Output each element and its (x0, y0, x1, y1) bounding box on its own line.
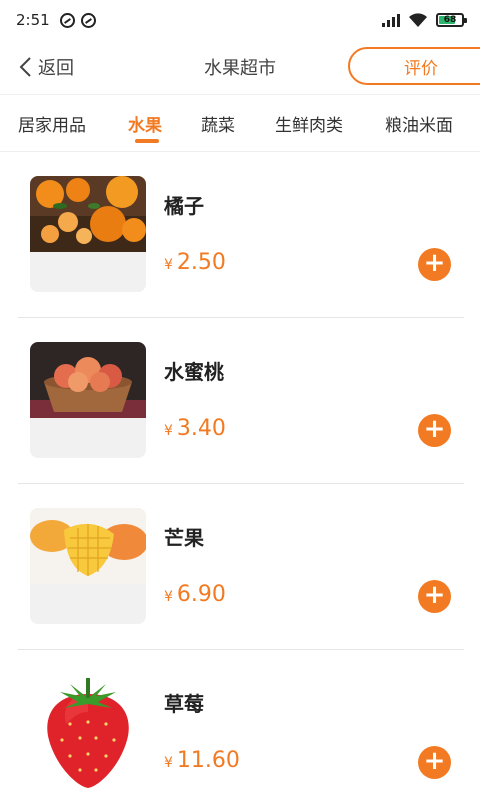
plus-icon: + (423, 580, 446, 610)
price-amount: 3.40 (176, 416, 226, 441)
product-price: ¥3.40 (164, 416, 226, 441)
notification-icon (80, 12, 96, 28)
chevron-left-icon (19, 57, 31, 77)
product-price: ¥2.50 (164, 250, 226, 275)
plus-icon: + (423, 414, 446, 444)
product-price: ¥11.60 (164, 748, 240, 773)
back-button[interactable]: 返回 (18, 40, 74, 94)
peach-image (30, 342, 146, 458)
currency-symbol: ¥ (164, 257, 173, 273)
add-to-cart-button[interactable]: + (418, 414, 451, 447)
plus-icon: + (423, 248, 446, 278)
status-bar: 2:51 68 (0, 0, 480, 40)
price-amount: 11.60 (176, 748, 240, 773)
tab-vegetables[interactable]: 蔬菜 (201, 95, 235, 151)
price-amount: 2.50 (176, 250, 226, 275)
product-name: 草莓 (164, 692, 204, 716)
review-button[interactable]: 评价 (348, 47, 480, 85)
price-amount: 6.90 (176, 582, 226, 607)
list-item[interactable]: 草莓 ¥11.60 + (18, 650, 464, 800)
currency-symbol: ¥ (164, 589, 173, 605)
battery-icon: 68 (436, 13, 467, 27)
add-to-cart-button[interactable]: + (418, 248, 451, 281)
product-price: ¥6.90 (164, 582, 226, 607)
mango-image (30, 508, 146, 624)
currency-symbol: ¥ (164, 755, 173, 771)
list-item[interactable]: 橘子 ¥2.50 + (18, 152, 464, 318)
tab-home-goods[interactable]: 居家用品 (18, 95, 86, 151)
tab-fresh-meat[interactable]: 生鲜肉类 (275, 95, 343, 151)
add-to-cart-button[interactable]: + (418, 580, 451, 613)
product-name: 芒果 (164, 526, 204, 550)
product-name: 橘子 (164, 194, 204, 218)
signal-icon (382, 13, 400, 27)
tangerine-image (30, 176, 146, 292)
status-time: 2:51 (16, 11, 50, 29)
currency-symbol: ¥ (164, 423, 173, 439)
strawberry-image (30, 674, 146, 790)
category-tabs: 居家用品 水果 蔬菜 生鲜肉类 粮油米面 (0, 94, 480, 152)
product-name: 水蜜桃 (164, 360, 224, 384)
add-to-cart-button[interactable]: + (418, 746, 451, 779)
app-header: 返回 水果超市 评价 (0, 40, 480, 94)
wifi-icon (409, 13, 427, 27)
plus-icon: + (423, 746, 446, 776)
back-label: 返回 (38, 58, 74, 79)
list-item[interactable]: 芒果 ¥6.90 + (18, 484, 464, 650)
notification-icon (59, 12, 75, 28)
tab-grain-oil[interactable]: 粮油米面 (385, 95, 453, 151)
active-tab-indicator (135, 139, 159, 143)
battery-level: 68 (443, 15, 457, 25)
list-item[interactable]: 水蜜桃 ¥3.40 + (18, 318, 464, 484)
